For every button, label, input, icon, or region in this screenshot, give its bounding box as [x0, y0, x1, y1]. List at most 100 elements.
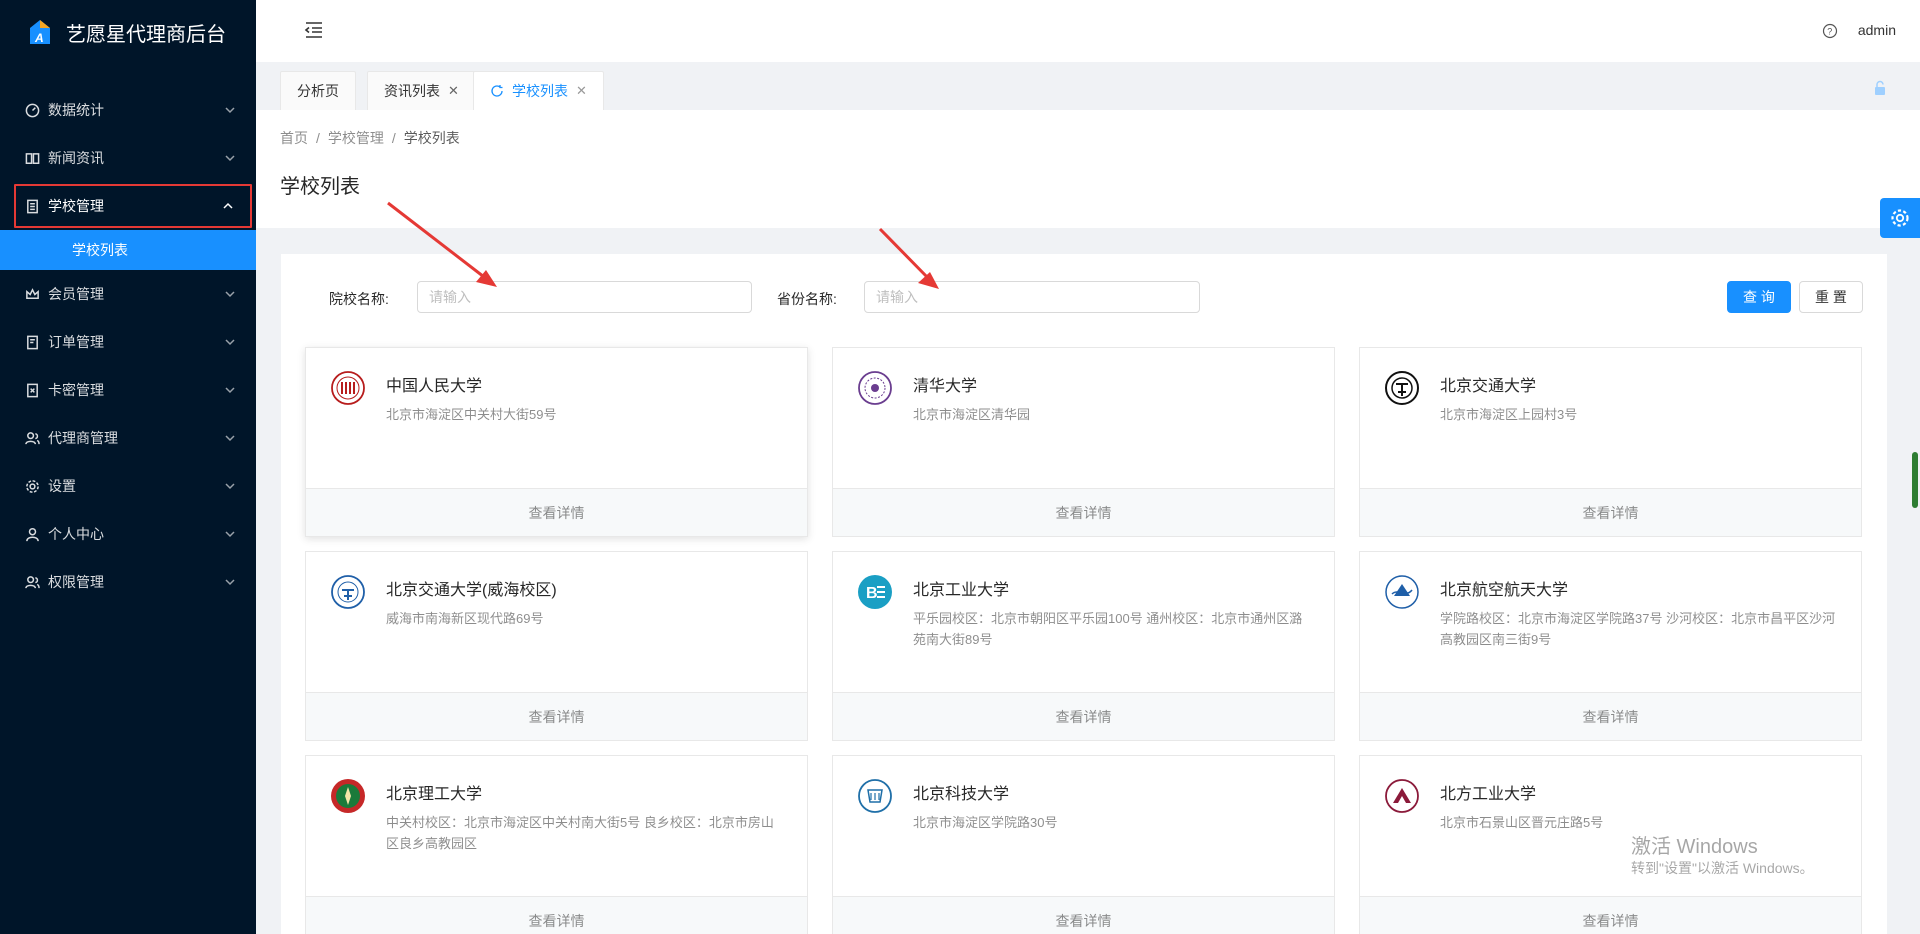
school-address: 北京市海淀区清华园 — [913, 407, 1031, 422]
key-card-icon — [24, 382, 40, 398]
school-name: 北京交通大学(威海校区) — [386, 582, 557, 599]
tab-label: 学校列表 — [512, 83, 568, 99]
menu-fold-icon[interactable] — [304, 20, 324, 40]
windows-watermark-title: 激活 Windows — [1631, 836, 1758, 858]
province-name-label: 省份名称: — [777, 291, 837, 307]
sidebar-item-label: 代理商管理 — [48, 430, 118, 446]
query-button[interactable]: 查 询 — [1727, 281, 1791, 313]
chevron-down-icon — [224, 431, 236, 443]
view-details-button[interactable]: 查看详情 — [833, 692, 1334, 740]
tab-analysis[interactable]: 分析页 — [280, 71, 356, 110]
school-card[interactable]: 北京交通大学 北京市海淀区上园村3号 查看详情 — [1359, 347, 1862, 537]
view-details-button[interactable]: 查看详情 — [306, 692, 807, 740]
school-card[interactable]: B 北京工业大学 平乐园校区：北京市朝阳区平乐园100号 通州校区：北京市通州区… — [832, 551, 1335, 741]
book-icon — [24, 150, 40, 166]
sidebar-item-personal-center[interactable]: 个人中心 — [0, 510, 256, 558]
view-details-button[interactable]: 查看详情 — [306, 896, 807, 934]
school-address: 威海市南海新区现代路69号 — [386, 611, 544, 626]
sidebar-item-label: 设置 — [48, 478, 76, 494]
school-logo-icon — [1385, 779, 1419, 813]
sidebar-item-label: 个人中心 — [48, 526, 104, 542]
brand[interactable]: A 艺愿星代理商后台 — [0, 0, 256, 64]
tab-school-list[interactable]: 学校列表 ✕ — [473, 71, 604, 110]
view-details-button[interactable]: 查看详情 — [306, 488, 807, 536]
chevron-down-icon — [224, 287, 236, 299]
sidebar-item-card-keys[interactable]: 卡密管理 — [0, 366, 256, 414]
province-name-input[interactable] — [864, 281, 1200, 313]
tab-bar: 分析页 资讯列表 ✕ 学校列表 ✕ — [256, 62, 1920, 110]
close-icon[interactable]: ✕ — [576, 83, 587, 99]
order-icon — [24, 334, 40, 350]
app-logo-icon: A — [28, 18, 52, 46]
tab-label: 分析页 — [297, 83, 339, 99]
chevron-down-icon — [224, 575, 236, 587]
school-card[interactable]: 北京交通大学(威海校区) 威海市南海新区现代路69号 查看详情 — [305, 551, 808, 741]
sidebar-item-settings[interactable]: 设置 — [0, 462, 256, 510]
school-address: 平乐园校区：北京市朝阳区平乐园100号 通州校区：北京市通州区潞苑南大街89号 — [913, 611, 1303, 647]
school-name-input[interactable] — [417, 281, 752, 313]
crown-icon — [24, 286, 40, 302]
school-logo-icon — [1385, 371, 1419, 405]
school-logo-icon: B — [858, 575, 892, 609]
sidebar-item-label: 权限管理 — [48, 574, 104, 590]
svg-text:?: ? — [1827, 27, 1832, 37]
user-icon — [24, 526, 40, 542]
school-card[interactable]: 北京航空航天大学 学院路校区：北京市海淀区学院路37号 沙河校区：北京市昌平区沙… — [1359, 551, 1862, 741]
user-name[interactable]: admin — [1858, 22, 1896, 38]
school-name: 北京交通大学 — [1440, 378, 1537, 395]
question-circle-icon[interactable]: ? — [1822, 23, 1838, 39]
breadcrumb-section[interactable]: 学校管理 — [328, 130, 384, 146]
reset-button[interactable]: 重 置 — [1799, 281, 1863, 313]
school-name: 北方工业大学 — [1440, 786, 1537, 803]
school-address: 北京市海淀区中关村大街59号 — [386, 407, 557, 422]
tab-news-list[interactable]: 资讯列表 ✕ — [367, 71, 476, 110]
file-icon — [24, 198, 40, 214]
school-logo-icon — [858, 779, 892, 813]
gear-icon — [24, 478, 40, 494]
sidebar-item-label: 卡密管理 — [48, 382, 104, 398]
top-header: ? admin — [256, 0, 1920, 62]
chevron-down-icon — [224, 527, 236, 539]
school-card[interactable]: 北京科技大学 北京市海淀区学院路30号 查看详情 — [832, 755, 1335, 934]
school-card[interactable]: 清华大学 北京市海淀区清华园 查看详情 — [832, 347, 1335, 537]
school-address: 学院路校区：北京市海淀区学院路37号 沙河校区：北京市昌平区沙河高教园区南三街9… — [1440, 611, 1836, 647]
sidebar-item-label: 订单管理 — [48, 334, 104, 350]
sidebar-item-permissions[interactable]: 权限管理 — [0, 558, 256, 606]
sidebar-subitem-school-list[interactable]: 学校列表 — [0, 230, 256, 270]
view-details-button[interactable]: 查看详情 — [833, 896, 1334, 934]
sidebar-item-school-management[interactable]: 学校管理 — [12, 182, 254, 230]
settings-drawer-button[interactable] — [1880, 198, 1920, 238]
school-card[interactable]: 中国人民大学 北京市海淀区中关村大街59号 查看详情 — [305, 347, 808, 537]
sidebar-item-label: 学校管理 — [48, 198, 104, 214]
sidebar-item-news[interactable]: 新闻资讯 — [0, 134, 256, 182]
sidebar-item-orders[interactable]: 订单管理 — [0, 318, 256, 366]
school-name: 中国人民大学 — [386, 378, 483, 395]
unlock-icon[interactable] — [1872, 80, 1888, 96]
view-details-button[interactable]: 查看详情 — [1360, 896, 1861, 934]
breadcrumb-home[interactable]: 首页 — [280, 130, 308, 146]
sidebar-item-label: 会员管理 — [48, 286, 104, 302]
school-name: 北京理工大学 — [386, 786, 483, 803]
side-menu: 数据统计 新闻资讯 学校管理 学校列表 会员管理 订单管理 卡密管理 代理商管理… — [0, 86, 256, 606]
close-icon[interactable]: ✕ — [448, 83, 459, 99]
view-details-button[interactable]: 查看详情 — [1360, 488, 1861, 536]
school-logo-icon — [331, 575, 365, 609]
page-scrollbar[interactable] — [1912, 452, 1918, 508]
view-details-button[interactable]: 查看详情 — [833, 488, 1334, 536]
school-card[interactable]: 北京理工大学 中关村校区：北京市海淀区中关村南大街5号 良乡校区：北京市房山区良… — [305, 755, 808, 934]
sidebar-item-data-stats[interactable]: 数据统计 — [0, 86, 256, 134]
page-title: 学校列表 — [280, 176, 360, 198]
school-name: 北京航空航天大学 — [1440, 582, 1569, 599]
chevron-down-icon — [224, 103, 236, 115]
chevron-down-icon — [224, 151, 236, 163]
school-logo-icon — [331, 779, 365, 813]
school-address: 中关村校区：北京市海淀区中关村南大街5号 良乡校区：北京市房山区良乡高教园区 — [386, 815, 774, 851]
school-card[interactable]: 北方工业大学 北京市石景山区晋元庄路5号 查看详情 — [1359, 755, 1862, 934]
chevron-up-icon — [222, 199, 234, 211]
view-details-button[interactable]: 查看详情 — [1360, 692, 1861, 740]
sidebar-item-agents[interactable]: 代理商管理 — [0, 414, 256, 462]
sidebar-item-members[interactable]: 会员管理 — [0, 270, 256, 318]
chevron-down-icon — [224, 335, 236, 347]
page-header: 首页 / 学校管理 / 学校列表 学校列表 — [256, 110, 1920, 228]
tab-label: 资讯列表 — [384, 83, 440, 99]
